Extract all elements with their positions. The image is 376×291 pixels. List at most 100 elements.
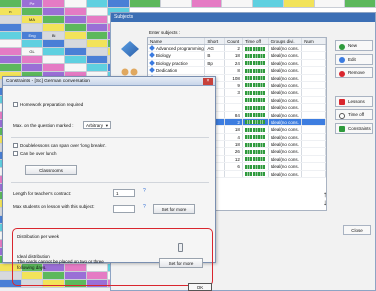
contract-length-label: Length for teacher's contract: [13, 191, 72, 196]
grid-cell [0, 64, 22, 71]
table-row[interactable]: Biology practice Bp 24 Ideal(no cons. [148, 59, 326, 68]
time-off-bar [243, 141, 269, 148]
col-name[interactable]: Name [148, 38, 206, 44]
time-off-bar [243, 133, 269, 141]
max-question-value: Arbitrary [86, 123, 104, 128]
subject-short: B [205, 52, 226, 59]
help-icon[interactable]: ? [143, 188, 146, 194]
over-lunch-checkbox[interactable] [13, 151, 18, 157]
homework-checkbox[interactable] [13, 102, 18, 108]
subject-count: 108 [225, 74, 243, 81]
col-groups[interactable]: Groups divi. [269, 38, 303, 44]
num-cell [302, 81, 326, 89]
grid-cell [0, 40, 22, 47]
subject-count: 8 [225, 67, 243, 74]
subject-count: 3 [225, 89, 243, 96]
table-row[interactable]: Biology B 18 Ideal(no cons. [148, 52, 326, 60]
double-lessons-checkbox[interactable] [13, 143, 18, 149]
groups-division: Ideal(no cons. [269, 52, 303, 59]
classrooms-button[interactable]: Classrooms [25, 165, 77, 175]
time-off-bar [243, 59, 269, 67]
col-time-off[interactable]: Time off [243, 38, 269, 44]
divider [11, 137, 209, 138]
time-off-bar [243, 118, 269, 126]
grid-cell [65, 24, 87, 31]
grid-cell [86, 64, 109, 71]
time-off-bar [243, 52, 269, 59]
close-icon[interactable]: × [203, 78, 213, 85]
subject-count: 9 [225, 81, 243, 89]
help-icon[interactable]: ? [143, 204, 146, 210]
time-off-bar [243, 81, 269, 89]
num-cell [302, 111, 326, 118]
over-lunch-row[interactable]: Can be over lunch [13, 151, 57, 157]
subject-icon [149, 67, 155, 74]
enter-subjects-label: Enter subjects : [149, 30, 181, 35]
double-lessons-row[interactable]: Doublelessons can span over 'long breaks… [13, 143, 107, 149]
table-row[interactable]: Advanced programming AG 2 Ideal(no cons. [148, 45, 326, 53]
grid-cell: Bi [43, 32, 66, 39]
grid-cell [65, 0, 87, 7]
grid-cell [43, 0, 66, 7]
grid-cell [191, 0, 223, 7]
new-button[interactable]: New [335, 40, 373, 51]
col-count[interactable]: Count [225, 38, 243, 44]
grid-cell [21, 40, 44, 47]
groups-division: Ideal(no cons. [269, 133, 303, 141]
homework-checkbox-row[interactable]: Homework preparation required [13, 102, 84, 108]
table-row[interactable]: Dedication 8 Ideal(no cons. [148, 67, 326, 75]
grid-cell [0, 0, 22, 7]
constraints-button[interactable]: Constraints [335, 122, 373, 134]
side-buttons: New Edit Remove Lessons Time off Constra… [335, 40, 373, 136]
subject-count: 24 [225, 59, 243, 67]
groups-division: Ideal(no cons. [269, 141, 303, 148]
grid-cell [345, 0, 376, 7]
grid-cell [43, 48, 66, 55]
grid-cell [43, 64, 66, 71]
clock-icon [339, 112, 345, 119]
subject-name: Biology [148, 52, 206, 59]
groups-division: Ideal(no cons. [269, 126, 303, 133]
col-num[interactable]: Num [302, 38, 326, 44]
grid-cell [43, 16, 66, 23]
remove-label: Remove [348, 70, 365, 75]
subject-count: 18 [225, 126, 243, 133]
move-down-arrow-icon[interactable]: ↓ [323, 199, 327, 207]
over-lunch-label: Can be over lunch [20, 151, 57, 156]
grid-cell [222, 0, 253, 7]
grid-cell [43, 24, 66, 31]
grid-cell [0, 48, 22, 55]
edit-icon [339, 57, 345, 63]
max-students-input[interactable] [113, 205, 135, 213]
time-off-bar [243, 74, 269, 81]
groups-division: Ideal(no cons. [269, 111, 303, 118]
time-off-button[interactable]: Time off [335, 109, 373, 120]
lessons-button[interactable]: Lessons [335, 95, 373, 107]
distribution-slider[interactable] [178, 243, 183, 252]
groups-division: Ideal(no cons. [269, 104, 303, 111]
homework-label: Homework preparation required [20, 102, 84, 107]
grid-cell [314, 0, 346, 7]
grid-cell: Eng [21, 32, 44, 39]
groups-division: Ideal(no cons. [269, 155, 303, 163]
close-button[interactable]: Close [343, 225, 371, 235]
groups-division: Ideal(no cons. [269, 45, 303, 52]
timetable-header-strip [130, 0, 376, 8]
col-short[interactable]: Short [205, 38, 226, 44]
contract-length-input[interactable]: 1 [113, 189, 135, 197]
remove-button[interactable]: Remove [335, 67, 373, 78]
subject-short: Bp [205, 59, 226, 67]
grid-cell [21, 24, 44, 31]
edit-button[interactable]: Edit [335, 53, 373, 65]
time-off-bar [243, 67, 269, 74]
set-for-more-button[interactable]: Set for more [153, 204, 195, 214]
grid-cell [43, 56, 66, 63]
grid-cell [0, 16, 22, 23]
grid-cell: Pe [21, 0, 44, 7]
grid-row: Pe [0, 0, 130, 8]
num-cell [302, 96, 326, 104]
subject-count: 18 [225, 52, 243, 59]
ok-button[interactable]: OK [188, 283, 212, 291]
max-question-label: Max. on the question marked : [13, 123, 74, 128]
max-question-dropdown[interactable]: Arbitrary ▾ [83, 121, 111, 129]
